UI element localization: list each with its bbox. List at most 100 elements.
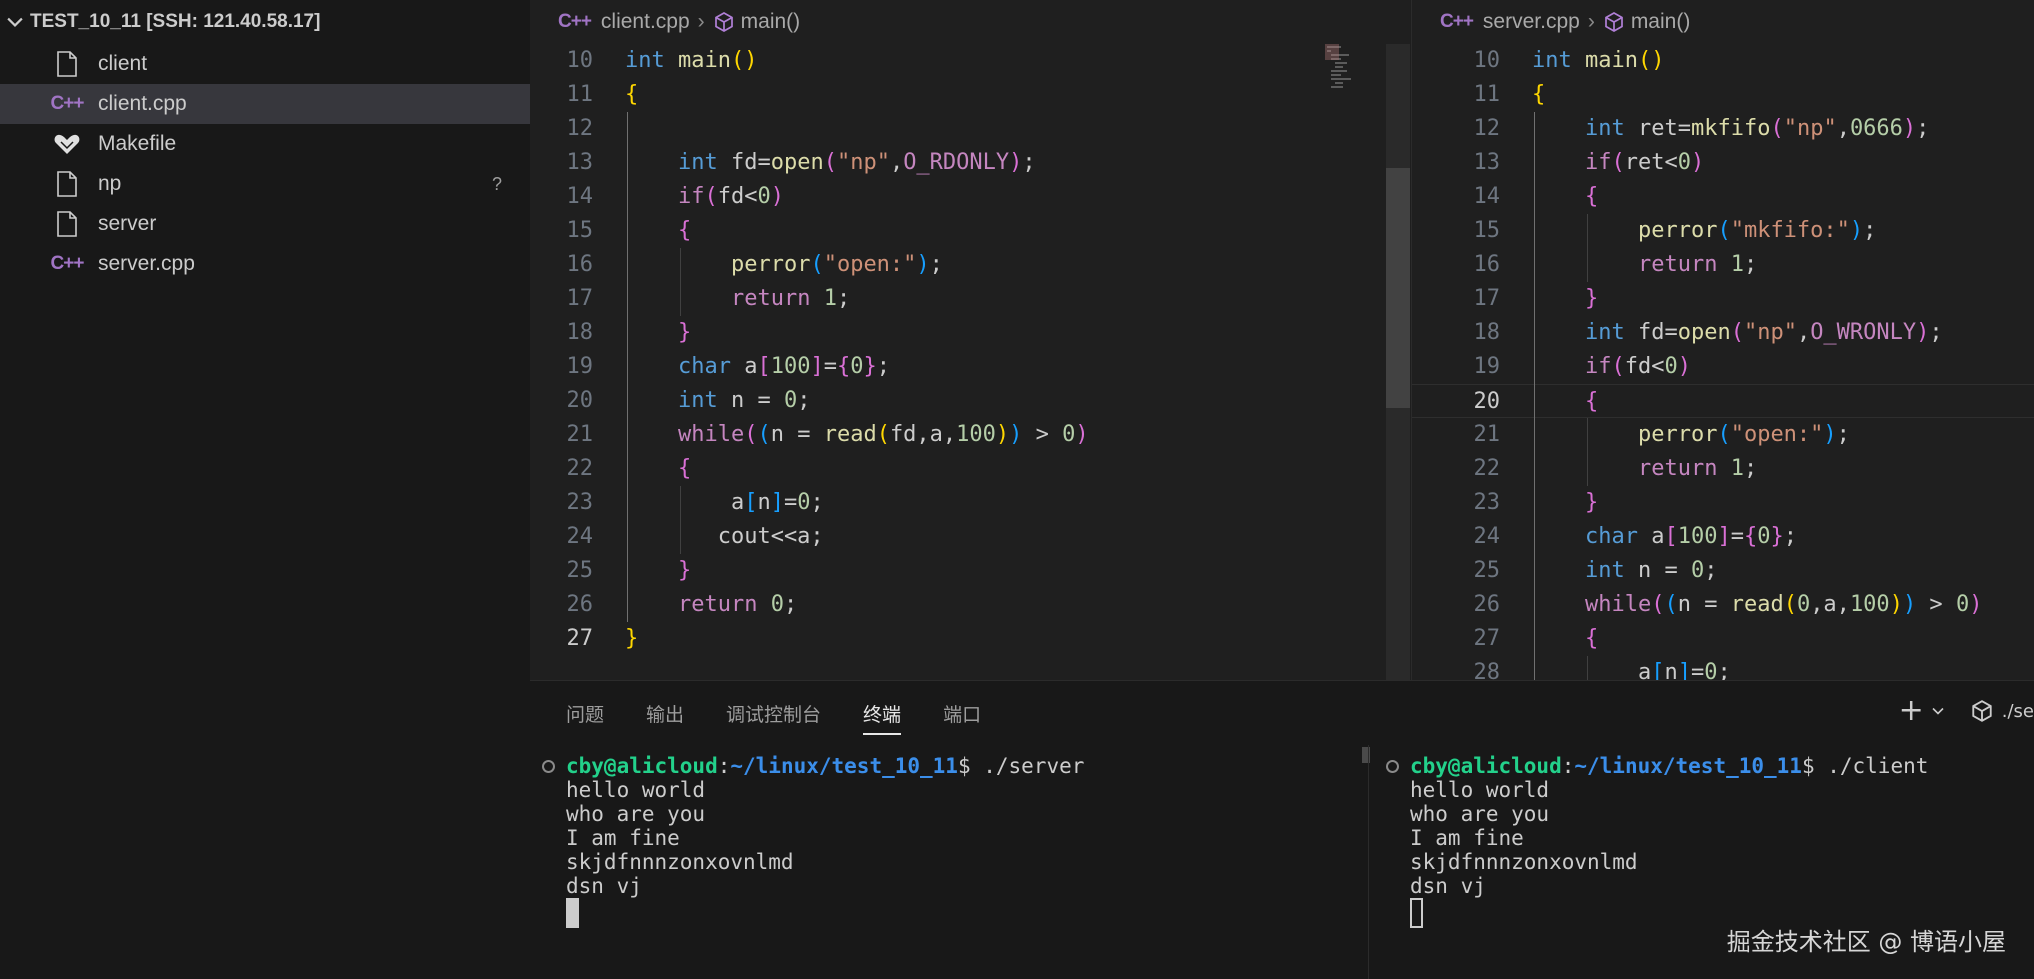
tab-terminal[interactable]: 终端 [863, 692, 902, 735]
add-terminal-button[interactable]: + [1899, 696, 1924, 726]
code-line[interactable]: 13 int fd=open("np",O_RDONLY); [530, 146, 1410, 180]
code-token: 0 [1757, 524, 1771, 549]
code-line[interactable]: 21 while((n = read(fd,a,100)) > 0) [530, 418, 1410, 452]
breadcrumb-file[interactable]: client.cpp [601, 10, 690, 34]
tab-ports[interactable]: 端口 [943, 692, 981, 735]
terminal-profile-icon[interactable] [1970, 699, 1994, 723]
code-line[interactable]: 26 while((n = read(0,a,100)) > 0) [1412, 588, 2034, 622]
code-token: 0 [1796, 592, 1811, 617]
code-line[interactable]: 12 int ret=mkfifo("np",0666); [1412, 112, 2034, 146]
code-token: while [1584, 592, 1652, 617]
prompt-path: ~/linux/test_10_11 [1574, 754, 1802, 778]
code-text: } [1532, 486, 1598, 520]
code-line[interactable]: 14 if(fd<0) [530, 180, 1410, 214]
code-token: ; [1743, 252, 1758, 277]
file-item-client-cpp[interactable]: C++ client.cpp [0, 84, 530, 124]
code-line[interactable]: 24 char a[100]={0}; [1412, 520, 2034, 554]
code-line[interactable]: 22 { [530, 452, 1410, 486]
code-line[interactable]: 10 int main() [530, 44, 1410, 78]
code-line[interactable]: 22 return 1; [1412, 452, 2034, 486]
code-token: O_RDONLY [903, 150, 1010, 175]
breadcrumb-symbol[interactable]: main() [1631, 10, 1691, 34]
code-token: 0 [783, 388, 798, 413]
command-decoration-icon[interactable] [542, 760, 555, 773]
editor-scrollbar[interactable] [1386, 44, 1410, 680]
code-line[interactable]: 14 { [1412, 180, 2034, 214]
code-line[interactable]: 19 if(fd<0) [1412, 350, 2034, 384]
code-text: } [625, 622, 638, 656]
code-line[interactable]: 15 perror("mkfifo:"); [1412, 214, 2034, 248]
explorer-sidebar: TEST_10_11 [SSH: 121.40.58.17] client C+… [0, 0, 530, 979]
code-token: ] [770, 490, 784, 515]
line-number: 23 [566, 490, 594, 515]
code-line[interactable]: 24 cout<<a; [530, 520, 1410, 554]
chevron-down-icon[interactable] [1930, 703, 1946, 719]
code-line[interactable]: 26 return 0; [530, 588, 1410, 622]
file-item-client[interactable]: client [0, 44, 530, 84]
code-text: int main() [625, 44, 757, 78]
code-line[interactable]: 25 } [530, 554, 1410, 588]
code-area[interactable]: 10 int main() 11{12 int ret=mkfifo("np",06… [1412, 44, 2034, 680]
tab-debug-console[interactable]: 调试控制台 [726, 692, 821, 735]
code-token: > [1022, 422, 1063, 447]
code-line[interactable]: 11 { [530, 78, 1410, 112]
code-line[interactable]: 16 return 1; [1412, 248, 2034, 282]
file-item-server[interactable]: server [0, 204, 530, 244]
code-line[interactable]: 18 } [530, 316, 1410, 350]
tab-output[interactable]: 输出 [646, 692, 684, 735]
code-line[interactable]: 16 perror("open:"); [530, 248, 1410, 282]
code-token: perror [1637, 422, 1718, 447]
code-line[interactable]: 17 return 1; [530, 282, 1410, 316]
code-text: while((n = read(0,a,100)) > 0) [1532, 588, 1982, 622]
terminal-profile-label[interactable]: ./se [2002, 701, 2034, 722]
tab-problems[interactable]: 问题 [566, 692, 604, 735]
code-token: if [1584, 150, 1612, 175]
code-line[interactable]: 13 if(ret<0) [1412, 146, 2034, 180]
breadcrumb-file[interactable]: server.cpp [1483, 10, 1580, 34]
code-line[interactable]: 27} [530, 622, 1410, 656]
code-token: ; [783, 592, 798, 617]
code-text: perror("open:"); [1532, 418, 1850, 452]
code-line[interactable]: 20 int n = 0; [530, 384, 1410, 418]
editor-server-cpp[interactable]: C++ server.cpp › main() 10 int main() 11{1… [1411, 0, 2034, 680]
file-item-np[interactable]: np ? [0, 164, 530, 204]
code-line[interactable]: 11 { [1412, 78, 2034, 112]
code-line[interactable]: 28 a[n]=0; [1412, 656, 2034, 680]
code-line[interactable]: 25 int n = 0; [1412, 554, 2034, 588]
breadcrumb-symbol[interactable]: main() [741, 10, 801, 34]
file-item-server-cpp[interactable]: C++ server.cpp [0, 244, 530, 284]
code-area[interactable]: 10 int main() 11{ 12 13 int fd=open("np",O_R… [530, 44, 1410, 680]
editor-client-cpp[interactable]: C++ client.cpp › main() 10 int main() 11{1… [530, 0, 1410, 680]
code-line[interactable]: 21 perror("open:"); [1412, 418, 2034, 452]
code-line[interactable]: 12 [530, 112, 1410, 146]
code-line[interactable]: 17 } [1412, 282, 2034, 316]
code-line[interactable]: 27 { [1412, 622, 2034, 656]
code-line[interactable]: 23 a[n]=0; [530, 486, 1410, 520]
line-number: 19 [1473, 354, 1501, 379]
command-decoration-icon[interactable] [1386, 760, 1399, 773]
line-number: 22 [566, 456, 594, 481]
code-token: = [823, 354, 837, 379]
code-line[interactable]: 20 { [1412, 384, 2034, 418]
minimap[interactable] [1325, 44, 1385, 104]
breadcrumb: C++ client.cpp › main() [530, 0, 1410, 44]
code-line[interactable]: 18 int fd=open("np",O_WRONLY); [1412, 316, 2034, 350]
terminal-split-divider[interactable] [1368, 745, 1369, 979]
code-token: ; [1916, 116, 1930, 141]
code-line[interactable]: 10 int main() [1412, 44, 2034, 78]
scrollbar-thumb[interactable] [1386, 168, 1410, 408]
file-item-makefile[interactable]: Makefile [0, 124, 530, 164]
code-token: ( [1611, 354, 1625, 379]
code-token: { [1532, 82, 1546, 107]
code-line[interactable]: 19 char a[100]={0}; [530, 350, 1410, 384]
code-line[interactable]: 23 } [1412, 486, 2034, 520]
code-token: { [625, 82, 639, 107]
code-line[interactable]: 15 { [530, 214, 1410, 248]
explorer-folder-header[interactable]: TEST_10_11 [SSH: 121.40.58.17] [0, 0, 530, 44]
line-number: 12 [566, 116, 594, 141]
code-token: , [889, 150, 904, 175]
cpp-icon: C++ [50, 253, 85, 274]
